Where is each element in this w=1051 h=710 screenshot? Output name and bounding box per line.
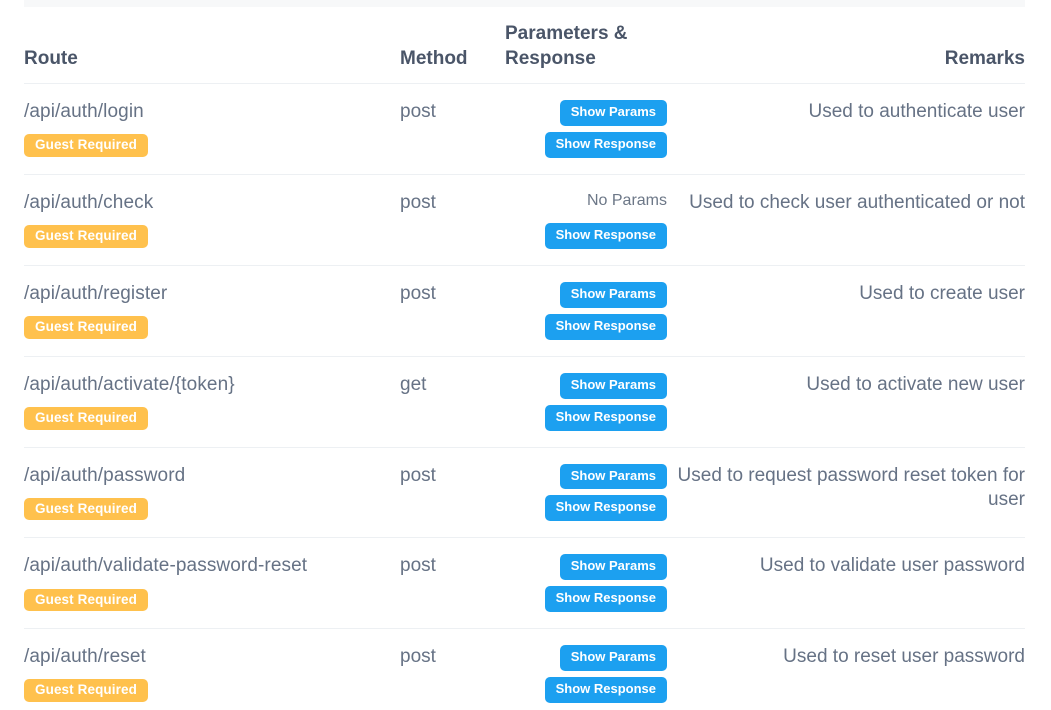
table-row: /api/auth/login Guest Required post Show Pa… [24,83,1025,175]
guest-required-badge: Guest Required [24,316,148,339]
route-path: /api/auth/password [24,464,186,486]
show-response-button[interactable]: Show Response [544,404,667,431]
overflow-row-text-left [40,0,45,3]
column-header-method: Method [400,48,468,70]
route-cell: /api/auth/validate-password-reset Guest R… [24,537,400,629]
show-params-button[interactable]: Show Params [559,554,667,581]
overflow-row-text-right [704,0,709,3]
guest-required-badge: Guest Required [24,134,148,157]
show-params-button[interactable]: Show Params [559,100,667,127]
api-routes-page: Route Method Parameters & Response Remar… [0,0,1051,710]
guest-required-badge: Guest Required [24,225,148,248]
method-cell: get [400,355,505,448]
method-cell: post [400,537,505,629]
remarks-cell: Used to reset user password [667,628,1025,710]
guest-required-badge: Guest Required [24,497,148,521]
show-params-button[interactable]: Show Params [559,372,667,399]
show-response-button[interactable]: Show Response [544,677,667,703]
table-row: /api/auth/check Guest Required post No Para… [24,173,1025,266]
show-response-button[interactable]: Show Response [544,586,667,613]
action-button-stack: Show Params Show Response [505,282,667,340]
route-cell: /api/auth/register Guest Required [24,265,400,357]
routes-table-head: Route Method Parameters & Response Remar… [24,7,1025,84]
method-cell: post [400,83,505,175]
parameters-response-cell: Show Params Show Response [505,628,667,710]
routes-table-container: Route Method Parameters & Response Remar… [24,7,1025,710]
table-row: /api/auth/activate/{token} Guest Required… [24,355,1025,448]
guest-required-badge: Guest Required [24,407,148,430]
routes-table-body: /api/auth/login Guest Required post Show Pa… [24,83,1025,710]
parameters-response-cell: No Params Show Response [505,173,667,266]
table-row: /api/auth/validate-password-reset Guest R… [24,537,1025,629]
parameters-response-cell: Show Params Show Response [505,265,667,357]
parameters-response-cell: Show Params Show Response [505,537,667,629]
route-path: /api/auth/register [24,283,168,305]
remarks-cell: Used to check user authenticated or not [667,173,1025,266]
action-button-stack: Show Params Show Response [505,463,667,522]
table-row: /api/auth/reset Guest Required post Show Pa… [24,628,1025,710]
route-cell: /api/auth/check Guest Required [24,173,400,266]
route-path: /api/auth/reset [24,646,146,668]
route-path: /api/auth/activate/{token} [24,373,235,395]
show-params-button[interactable]: Show Params [559,645,667,672]
remarks-cell: Used to authenticate user [667,83,1025,175]
show-params-button[interactable]: Show Params [559,282,667,308]
table-row: /api/auth/register Guest Required post Show… [24,265,1025,357]
remarks-cell: Used to validate user password [667,537,1025,629]
remarks-cell: Used to request password reset token for… [667,446,1025,538]
table-header-row: Route Method Parameters & Response Remar… [24,7,1025,84]
parameters-response-cell: Show Params Show Response [505,83,667,175]
parameters-response-cell: Show Params Show Response [505,446,667,538]
parameters-response-cell: Show Params Show Response [505,355,667,448]
method-cell: post [400,446,505,538]
column-header-parameters-response: Parameters & Response [505,23,628,70]
method-cell: post [400,265,505,357]
route-path: /api/auth/validate-password-reset [24,555,308,577]
action-button-stack: Show Params Show Response [505,372,667,431]
method-cell: post [400,173,505,266]
show-response-button[interactable]: Show Response [544,132,667,158]
guest-required-badge: Guest Required [24,679,148,702]
action-button-stack: No Params Show Response [505,191,667,250]
show-params-button[interactable]: Show Params [559,463,667,490]
route-path: /api/auth/login [24,101,144,123]
method-cell: post [400,628,505,710]
remarks-cell: Used to create user [667,265,1025,357]
route-path: /api/auth/check [24,191,154,213]
remarks-cell: Used to activate new user [667,355,1025,448]
action-button-stack: Show Params Show Response [505,100,667,158]
route-cell: /api/auth/login Guest Required [24,83,400,175]
show-response-button[interactable]: Show Response [544,495,667,522]
overflow-row-strip [24,0,1025,7]
route-cell: /api/auth/password Guest Required [24,446,400,538]
column-header-remarks: Remarks [944,48,1025,70]
action-button-stack: Show Params Show Response [505,645,667,703]
no-params-label: No Params [586,191,667,209]
guest-required-badge: Guest Required [24,588,148,612]
action-button-stack: Show Params Show Response [505,554,667,613]
route-cell: /api/auth/activate/{token} Guest Required [24,355,400,448]
show-response-button[interactable]: Show Response [544,313,667,340]
column-header-route: Route [24,48,78,70]
show-response-button[interactable]: Show Response [544,223,667,250]
table-row: /api/auth/password Guest Required post Show… [24,446,1025,538]
routes-table: Route Method Parameters & Response Remar… [24,7,1025,710]
route-cell: /api/auth/reset Guest Required [24,628,400,710]
